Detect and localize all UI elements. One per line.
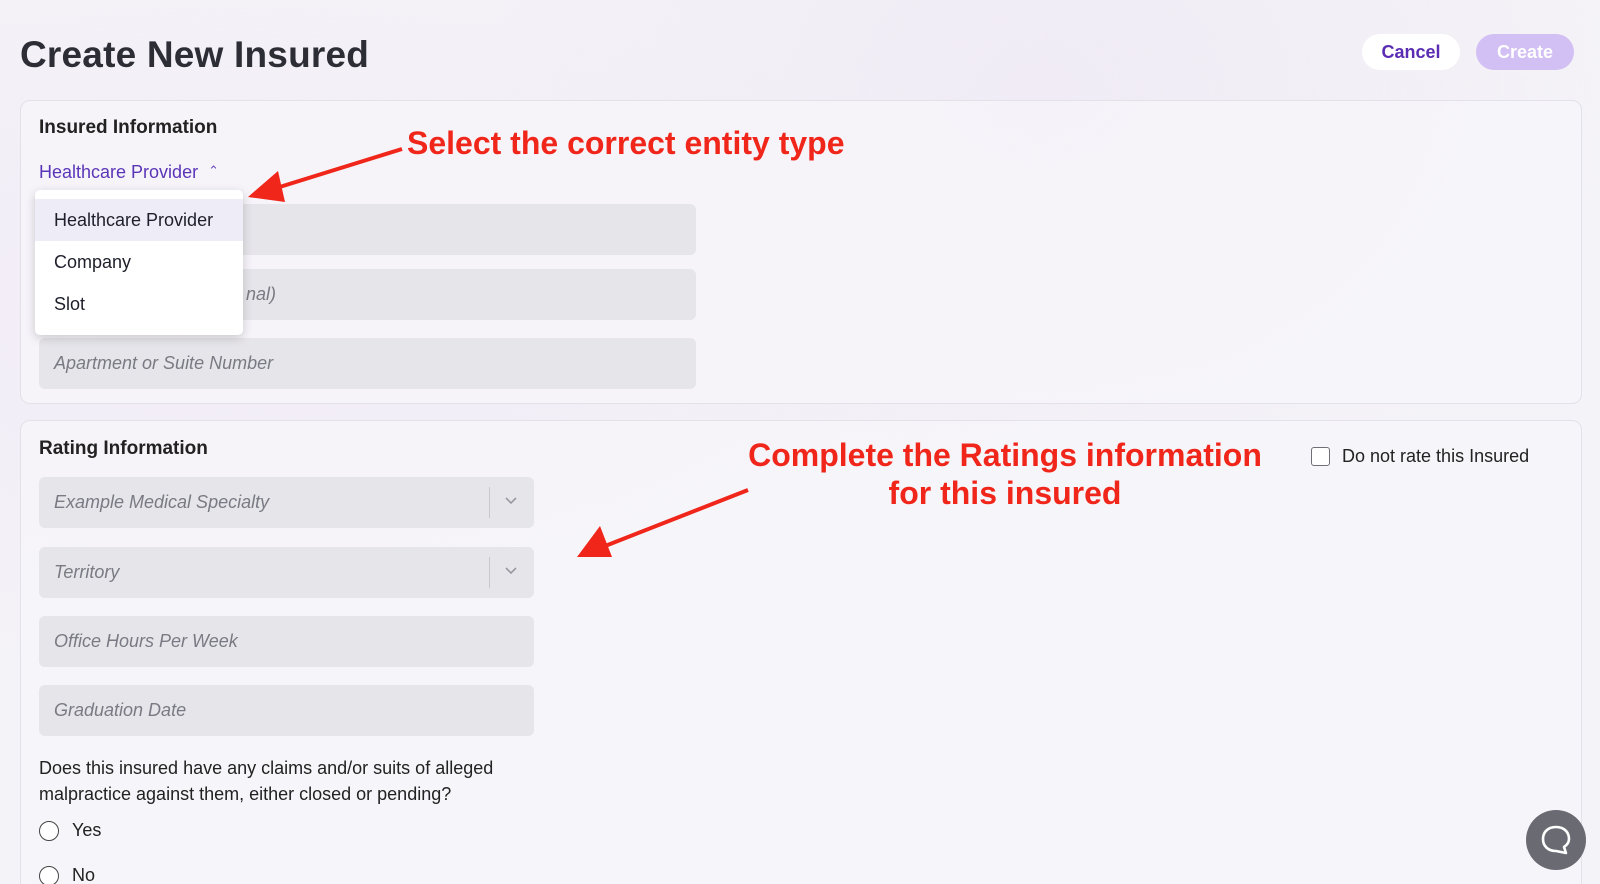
chevron-down-icon	[505, 567, 517, 575]
claims-yes-option[interactable]: Yes	[39, 820, 101, 841]
office-hours-placeholder: Office Hours Per Week	[54, 631, 238, 651]
medical-specialty-select[interactable]: Example Medical Specialty	[39, 477, 534, 528]
medical-specialty-placeholder: Example Medical Specialty	[54, 492, 270, 512]
chevron-up-icon: ⌃	[208, 162, 219, 178]
address-field-placeholder-tail: nal)	[246, 284, 277, 304]
chat-support-button[interactable]	[1526, 810, 1586, 870]
entity-type-select[interactable]: Healthcare Provider ⌃	[39, 162, 219, 183]
ratings-callout-line-2: for this insured	[888, 475, 1122, 511]
rating-information-title: Rating Information	[39, 438, 208, 459]
create-button[interactable]: Create	[1476, 34, 1574, 70]
apartment-suite-field[interactable]: Apartment or Suite Number	[39, 338, 696, 389]
dropdown-option-slot[interactable]: Slot	[35, 283, 243, 325]
claims-yes-label: Yes	[72, 820, 102, 840]
dropdown-option-company[interactable]: Company	[35, 241, 243, 283]
ratings-callout: Complete the Ratings information for thi…	[740, 436, 1270, 512]
graduation-date-field[interactable]: Graduation Date	[39, 685, 534, 736]
apartment-suite-placeholder: Apartment or Suite Number	[54, 353, 274, 373]
claims-question: Does this insured have any claims and/or…	[39, 758, 494, 804]
insured-information-title: Insured Information	[39, 117, 218, 138]
select-divider	[489, 557, 490, 588]
office-hours-field[interactable]: Office Hours Per Week	[39, 616, 534, 667]
entity-type-callout: Select the correct entity type	[407, 125, 845, 161]
claims-no-radio[interactable]	[39, 865, 59, 884]
claims-no-option[interactable]: No	[39, 865, 95, 884]
select-divider	[489, 487, 490, 518]
territory-placeholder: Territory	[54, 562, 120, 582]
entity-type-value: Healthcare Provider	[39, 162, 199, 182]
ratings-callout-line-1: Complete the Ratings information	[748, 437, 1262, 473]
claims-no-label: No	[72, 865, 96, 884]
graduation-date-placeholder: Graduation Date	[54, 700, 187, 720]
claims-yes-radio[interactable]	[39, 820, 59, 841]
do-not-rate-option[interactable]: Do not rate this Insured	[1311, 446, 1529, 467]
dropdown-option-healthcare-provider[interactable]: Healthcare Provider	[35, 199, 243, 241]
cancel-button[interactable]: Cancel	[1362, 34, 1460, 70]
entity-type-dropdown-menu: Healthcare Provider Company Slot	[35, 190, 243, 335]
territory-select[interactable]: Territory	[39, 547, 534, 598]
chevron-down-icon	[505, 497, 517, 505]
do-not-rate-checkbox[interactable]	[1311, 447, 1330, 466]
page-title: Create New Insured	[20, 34, 370, 75]
do-not-rate-label: Do not rate this Insured	[1342, 446, 1530, 466]
chat-bubble-icon	[1541, 825, 1571, 855]
